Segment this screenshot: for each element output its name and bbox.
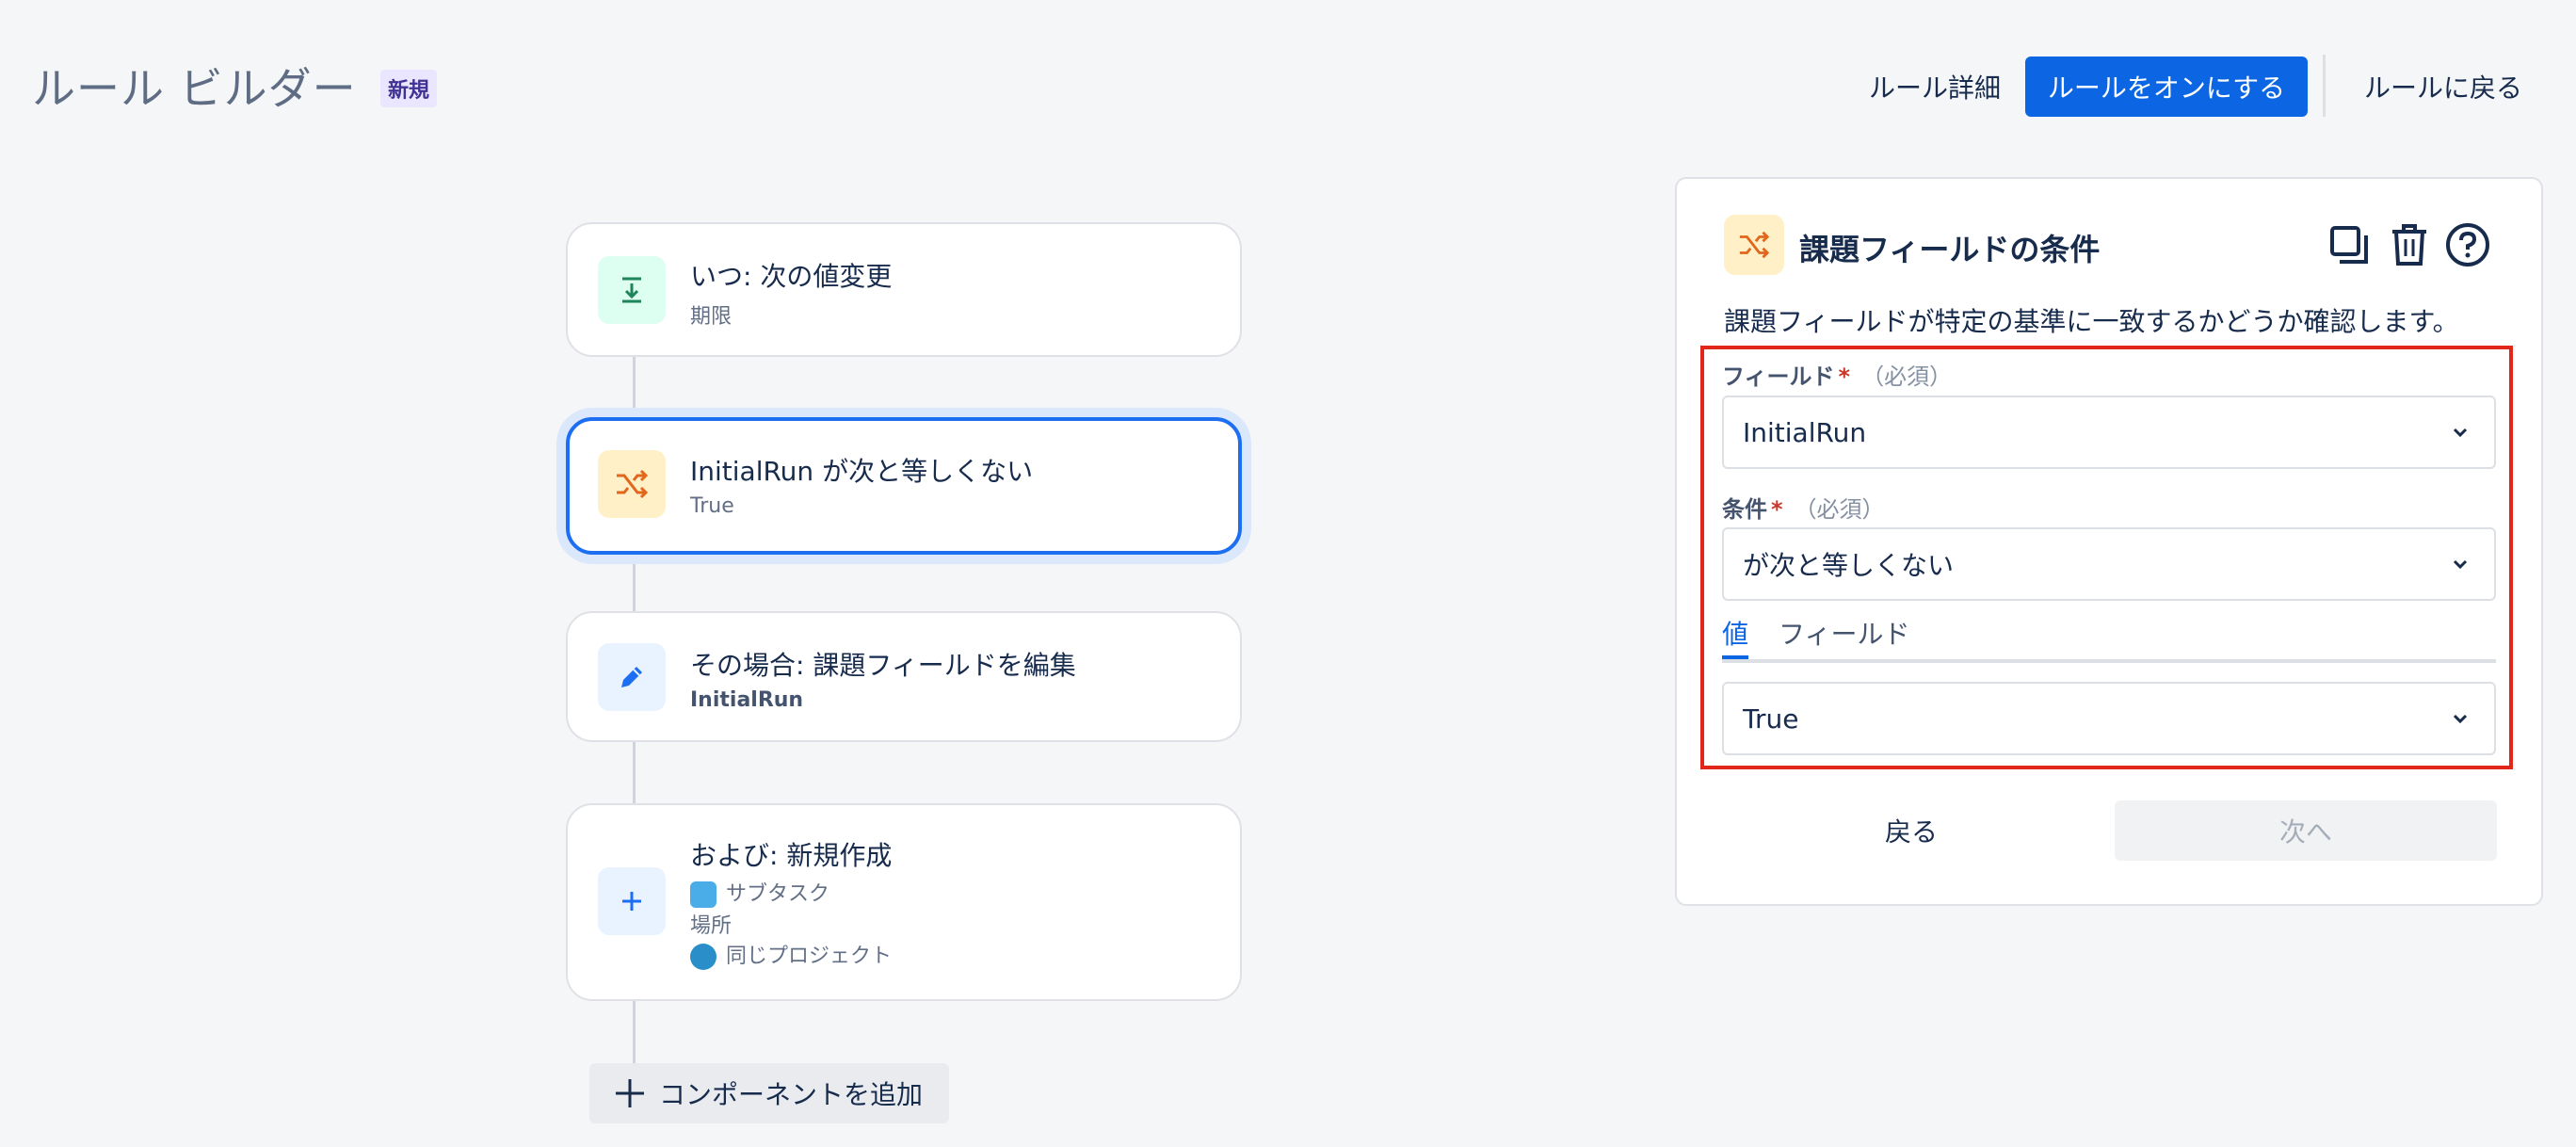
condition-title: InitialRun が次と等しくない [690, 456, 1034, 487]
add-component-button[interactable]: コンポーネントを追加 [589, 1063, 949, 1123]
flow-connector [633, 356, 636, 422]
shuffle-icon [598, 450, 666, 518]
header-divider [2323, 55, 2326, 117]
next-button[interactable]: 次へ [2115, 800, 2497, 861]
add-component-label: コンポーネントを追加 [659, 1079, 924, 1110]
help-icon[interactable] [2443, 220, 2492, 269]
tab-value[interactable]: 値 [1722, 614, 1749, 659]
subtask-icon [690, 881, 716, 908]
value-select-value: True [1743, 703, 1799, 735]
project-line: 同じプロジェクト [690, 939, 892, 970]
plus-icon [598, 867, 666, 935]
trigger-subtitle: 期限 [690, 305, 733, 329]
create-action-title: および: 新規作成 [690, 840, 893, 871]
field-select[interactable]: InitialRun [1722, 396, 2496, 469]
subtask-line: サブタスク [690, 877, 829, 908]
pencil-icon [598, 643, 666, 711]
turn-on-rule-button[interactable]: ルールをオンにする [2025, 57, 2308, 117]
edit-action-title: その場合: 課題フィールドを編集 [690, 650, 1076, 681]
tab-field[interactable]: フィールド [1779, 614, 1909, 652]
download-arrow-icon [598, 256, 666, 324]
trash-icon[interactable] [2385, 220, 2434, 269]
copy-icon[interactable] [2325, 220, 2374, 269]
field-label: フィールド * （必須） [1722, 363, 1953, 390]
condition-select[interactable]: が次と等しくない [1722, 527, 2496, 601]
field-select-value: InitialRun [1743, 416, 1867, 448]
back-button[interactable]: 戻る [1827, 800, 1996, 861]
page-title: ルール ビルダー [32, 63, 357, 114]
project-label: 同じプロジェクト [726, 945, 893, 968]
project-icon [690, 944, 716, 970]
flow-connector [633, 554, 636, 612]
edit-action-subtitle: InitialRun [690, 688, 804, 712]
new-badge: 新規 [380, 70, 438, 107]
location-label: 場所 [690, 914, 733, 938]
create-action-card[interactable]: および: 新規作成 サブタスク 場所 同じプロジェクト [566, 803, 1242, 1001]
subtask-label: サブタスク [726, 882, 830, 906]
panel-title: 課題フィールドの条件 [1799, 232, 2101, 267]
shuffle-icon [1724, 215, 1784, 275]
condition-label: 条件 * （必須） [1722, 496, 1885, 523]
panel-description: 課題フィールドが特定の基準に一致するかどうか確認します。 [1724, 306, 2459, 337]
rule-details-button[interactable]: ルール詳細 [1841, 57, 2029, 117]
value-tabs: 値 フィールド [1722, 614, 2496, 663]
condition-select-value: が次と等しくない [1743, 550, 1955, 581]
chevron-down-icon [2453, 428, 2468, 438]
trigger-title: いつ: 次の値変更 [690, 261, 893, 292]
add-plus-icon [616, 1079, 644, 1107]
chevron-down-icon [2453, 559, 2468, 570]
flow-connector [633, 1000, 636, 1064]
trigger-card[interactable]: いつ: 次の値変更 期限 [566, 222, 1242, 357]
back-to-rules-button[interactable]: ルールに戻る [2354, 57, 2533, 117]
condition-card[interactable]: InitialRun が次と等しくない True [566, 417, 1242, 555]
rule-builder-page: ルール ビルダー 新規 ルール詳細 ルールをオンにする ルールに戻る いつ: 次… [0, 0, 2576, 1147]
value-select[interactable]: True [1722, 682, 2496, 755]
edit-field-action-card[interactable]: その場合: 課題フィールドを編集 InitialRun [566, 611, 1242, 742]
condition-subtitle: True [690, 494, 734, 518]
flow-connector [633, 741, 636, 805]
chevron-down-icon [2453, 714, 2468, 724]
